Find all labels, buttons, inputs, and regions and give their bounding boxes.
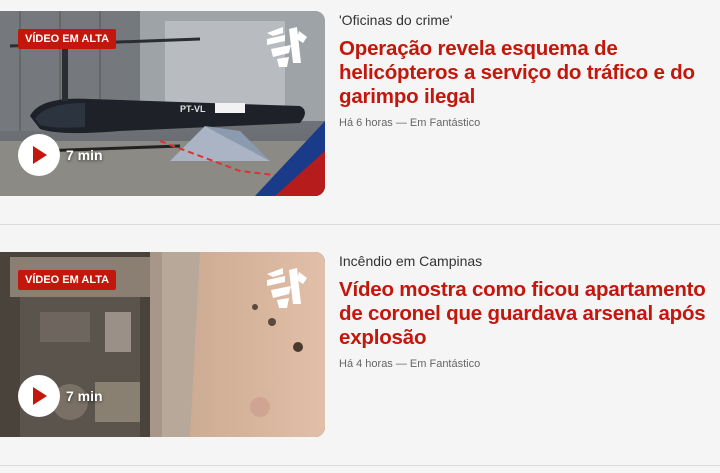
video-duration: 7 min [66, 388, 103, 404]
fantastico-logo-icon [267, 27, 307, 67]
news-headline-link[interactable]: Vídeo mostra como ficou apartamento de c… [339, 278, 714, 350]
news-text: Incêndio em Campinas Vídeo mostra como f… [339, 252, 714, 371]
video-thumbnail[interactable]: VÍDEO EM ALTA 7 min [0, 252, 325, 437]
feed-divider [0, 224, 720, 225]
news-meta: Há 6 horas — Em Fantástico [339, 117, 481, 129]
play-icon [33, 146, 47, 164]
news-card: PT-VL VÍDEO EM ALTA 7 min 'Oficinas do c… [0, 11, 720, 197]
news-headline-link[interactable]: Operação revela esquema de helicópteros … [339, 37, 714, 109]
play-button[interactable] [18, 134, 60, 176]
feed-divider [0, 465, 720, 466]
news-kicker: Incêndio em Campinas [339, 253, 483, 269]
news-text: 'Oficinas do crime' Operação revela esqu… [339, 11, 714, 130]
news-card: VÍDEO EM ALTA 7 min Incêndio em Campinas… [0, 252, 720, 438]
trending-video-badge: VÍDEO EM ALTA [18, 270, 117, 290]
video-duration: 7 min [66, 147, 103, 163]
fantastico-logo-icon [267, 268, 307, 308]
news-feed: PT-VL VÍDEO EM ALTA 7 min 'Oficinas do c… [0, 0, 720, 473]
trending-video-badge: VÍDEO EM ALTA [18, 29, 117, 49]
registration-text: PT-VL [180, 104, 206, 114]
play-button[interactable] [18, 375, 60, 417]
play-icon [33, 387, 47, 405]
video-thumbnail[interactable]: PT-VL VÍDEO EM ALTA 7 min [0, 11, 325, 196]
news-kicker: 'Oficinas do crime' [339, 12, 453, 28]
news-meta: Há 4 horas — Em Fantástico [339, 358, 481, 370]
